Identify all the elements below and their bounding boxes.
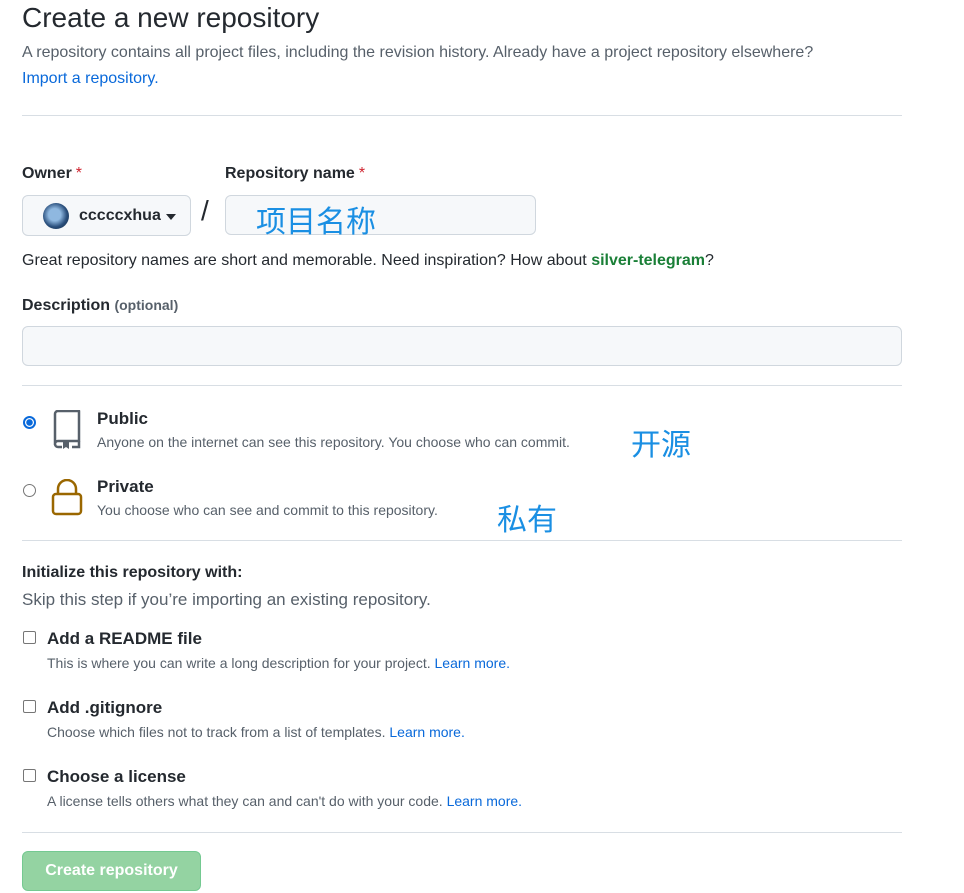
repo-name-label-text: Repository name <box>225 165 355 182</box>
readme-checkbox[interactable] <box>23 631 36 644</box>
hint-text: Great repository names are short and mem… <box>22 252 592 269</box>
initialize-subtitle: Skip this step if you’re importing an ex… <box>22 590 431 609</box>
private-radio[interactable] <box>23 484 36 497</box>
description-label: Description (optional) <box>22 297 178 315</box>
owner-dropdown[interactable]: cccccxhua <box>22 195 191 236</box>
create-repository-button[interactable]: Create repository <box>22 851 201 891</box>
repo-name-hint: Great repository names are short and mem… <box>22 252 714 270</box>
chevron-down-icon <box>165 213 176 220</box>
private-title: Private <box>97 477 154 496</box>
initialize-title: Initialize this repository with: <box>22 564 243 581</box>
public-title: Public <box>97 409 149 428</box>
license-checkbox[interactable] <box>23 769 36 782</box>
name-suggestion[interactable]: silver-telegram <box>591 252 705 269</box>
lock-icon <box>50 478 84 517</box>
description-input[interactable] <box>22 326 902 366</box>
private-description: You choose who can see and commit to thi… <box>97 502 438 518</box>
repo-icon <box>50 409 84 450</box>
public-radio[interactable] <box>23 416 36 429</box>
readme-desc-text: This is where you can write a long descr… <box>47 655 431 671</box>
gitignore-desc-text: Choose which files not to track from a l… <box>47 724 386 740</box>
owner-label-text: Owner <box>22 165 72 182</box>
gitignore-learn-more-link[interactable]: Learn more. <box>389 724 464 740</box>
repo-name-label: Repository name * <box>225 165 365 183</box>
hint-end: ? <box>705 252 714 269</box>
avatar <box>43 202 69 229</box>
page-subtitle: A repository contains all project files,… <box>22 44 814 61</box>
divider <box>22 540 902 541</box>
divider <box>22 832 902 833</box>
readme-title: Add a README file <box>47 629 202 648</box>
public-annotation: 开源 <box>631 428 691 463</box>
page-title: Create a new repository <box>22 2 320 33</box>
gitignore-checkbox[interactable] <box>23 700 36 713</box>
gitignore-title: Add .gitignore <box>47 698 163 717</box>
readme-learn-more-link[interactable]: Learn more. <box>435 655 510 671</box>
license-description: A license tells others what they can and… <box>47 793 522 809</box>
owner-name: cccccxhua <box>79 206 161 224</box>
required-mark: * <box>358 165 366 182</box>
owner-repo-separator: / <box>201 195 209 226</box>
gitignore-description: Choose which files not to track from a l… <box>47 724 465 740</box>
owner-label: Owner * <box>22 165 82 183</box>
optional-tag: (optional) <box>114 297 179 313</box>
divider <box>22 115 902 116</box>
required-mark: * <box>75 165 83 182</box>
import-repository-link[interactable]: Import a repository. <box>22 70 159 88</box>
public-description: Anyone on the internet can see this repo… <box>97 434 570 450</box>
readme-description: This is where you can write a long descr… <box>47 655 510 671</box>
repo-name-annotation: 项目名称 <box>256 205 376 240</box>
description-label-text: Description <box>22 297 111 314</box>
license-desc-text: A license tells others what they can and… <box>47 793 443 809</box>
private-annotation: 私有 <box>497 503 557 538</box>
license-learn-more-link[interactable]: Learn more. <box>447 793 522 809</box>
divider <box>22 385 902 386</box>
license-title: Choose a license <box>47 767 186 786</box>
